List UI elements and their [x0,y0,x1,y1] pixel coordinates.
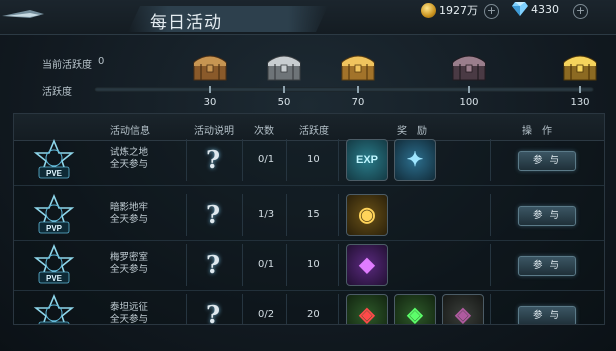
add-diamond-button[interactable]: + [573,4,588,19]
cell-divider [338,194,339,236]
svg-text:PVP: PVP [46,224,63,233]
cell-divider [242,194,243,236]
table-row: PVP 泰坦远征 全天参与? 0/2 20 ◈ ◈ ◈ 参 与 [14,290,604,325]
milestone-value: 50 [277,97,291,108]
activeness-value: 15 [307,209,320,220]
pvp-emblem-icon: PVP [33,194,75,234]
cell-divider [186,139,187,181]
activity-table: 活动信息 活动说明 次数 活跃度 奖 励 操 作 PVE 试炼之地 全天参与? 0/1… [13,113,605,325]
green-rune-icon[interactable]: ◈ [394,294,436,324]
attempt-count: 1/3 [258,209,275,220]
cell-divider [338,139,339,181]
diamond-display: 4330 [512,2,559,16]
add-gold-button[interactable]: + [484,4,499,19]
gold-amount: 1927万 [439,4,478,17]
cell-divider [186,294,187,324]
cell-divider [186,244,187,286]
svg-text:PVP: PVP [46,324,63,325]
activeness-value: 20 [307,309,320,320]
activeness-value: 10 [307,154,320,165]
help-icon[interactable]: ? [206,250,220,279]
milestone-value: 70 [351,97,365,108]
svg-text:PVE: PVE [46,274,63,283]
cell-divider [490,139,491,181]
activity-name: 试炼之地 [110,147,149,158]
bronze-chest-icon[interactable] [190,50,230,82]
cell-divider [338,244,339,286]
pvp-emblem-icon: PVP [33,294,75,325]
attempt-count: 0/1 [258,154,275,165]
silver-chest-icon[interactable] [264,50,304,82]
cell-divider [286,139,287,181]
cell-divider [490,244,491,286]
back-arrow-icon[interactable] [0,4,46,28]
page-title: 每日活动 [150,13,222,33]
blue-crystal-icon[interactable]: ✦ [394,139,436,181]
help-icon[interactable]: ? [206,145,220,174]
join-button[interactable]: 参 与 [518,306,576,324]
milestone-tick [209,86,211,93]
gold-display: 1927万 [421,2,478,18]
cell-divider [286,194,287,236]
cell-divider [242,294,243,324]
activity-time: 全天参与 [110,214,149,225]
dark-chest-icon[interactable] [449,50,489,82]
table-row: PVE 试炼之地 全天参与? 0/1 10 EXP ✦ 参 与 [14,135,604,186]
attempt-count: 0/2 [258,309,275,320]
milestone-tick [357,86,359,93]
milestone-value: 100 [459,97,479,108]
pve-emblem-icon: PVE [33,139,75,179]
help-icon[interactable]: ? [206,300,220,324]
milestone-tick [579,86,581,93]
cell-divider [490,294,491,324]
cell-divider [338,294,339,324]
cell-divider [242,139,243,181]
current-activeness-label: 当前活跃度 [42,60,92,71]
activeness-value: 10 [307,259,320,270]
activity-name: 暗影地牢 [110,202,149,213]
gold-chest-icon[interactable] [338,50,378,82]
milestone-tick [468,86,470,93]
activity-name: 梅罗密室 [110,252,149,263]
table-row: PVP 暗影地牢 全天参与? 1/3 15 ◉ 参 与 [14,190,604,241]
attempt-count: 0/1 [258,259,275,270]
activity-time: 全天参与 [110,159,149,170]
milestone-value: 130 [570,97,590,108]
cell-divider [186,194,187,236]
diamond-amount: 4330 [531,2,559,16]
gold-medal-icon[interactable]: ◉ [346,194,388,236]
svg-text:PVE: PVE [46,169,63,178]
purple-gem-icon[interactable]: ◆ [346,244,388,286]
current-activeness-value: 0 [98,56,105,67]
activity-name: 泰坦远征 [110,302,149,313]
milestone-tick [283,86,285,93]
diamond-icon [512,2,528,16]
dark-rune-icon[interactable]: ◈ [442,294,484,324]
activeness-progress-bar [94,87,594,92]
activity-time: 全天参与 [110,314,149,325]
help-icon[interactable]: ? [206,200,220,229]
top-bar: 每日活动 1927万 + 4330 + [0,0,616,35]
royal-chest-icon[interactable] [560,50,600,82]
join-button[interactable]: 参 与 [518,206,576,226]
milestone-value: 30 [203,97,217,108]
exp-icon[interactable]: EXP [346,139,388,181]
cell-divider [286,244,287,286]
cell-divider [490,194,491,236]
table-row: PVE 梅罗密室 全天参与? 0/1 10 ◆ 参 与 [14,240,604,291]
cell-divider [242,244,243,286]
red-rune-icon[interactable]: ◈ [346,294,388,324]
join-button[interactable]: 参 与 [518,256,576,276]
gold-coin-icon [421,2,436,18]
join-button[interactable]: 参 与 [518,151,576,171]
activity-time: 全天参与 [110,264,149,275]
activeness-bar-label: 活跃度 [42,87,72,98]
pve-emblem-icon: PVE [33,244,75,284]
cell-divider [286,294,287,324]
